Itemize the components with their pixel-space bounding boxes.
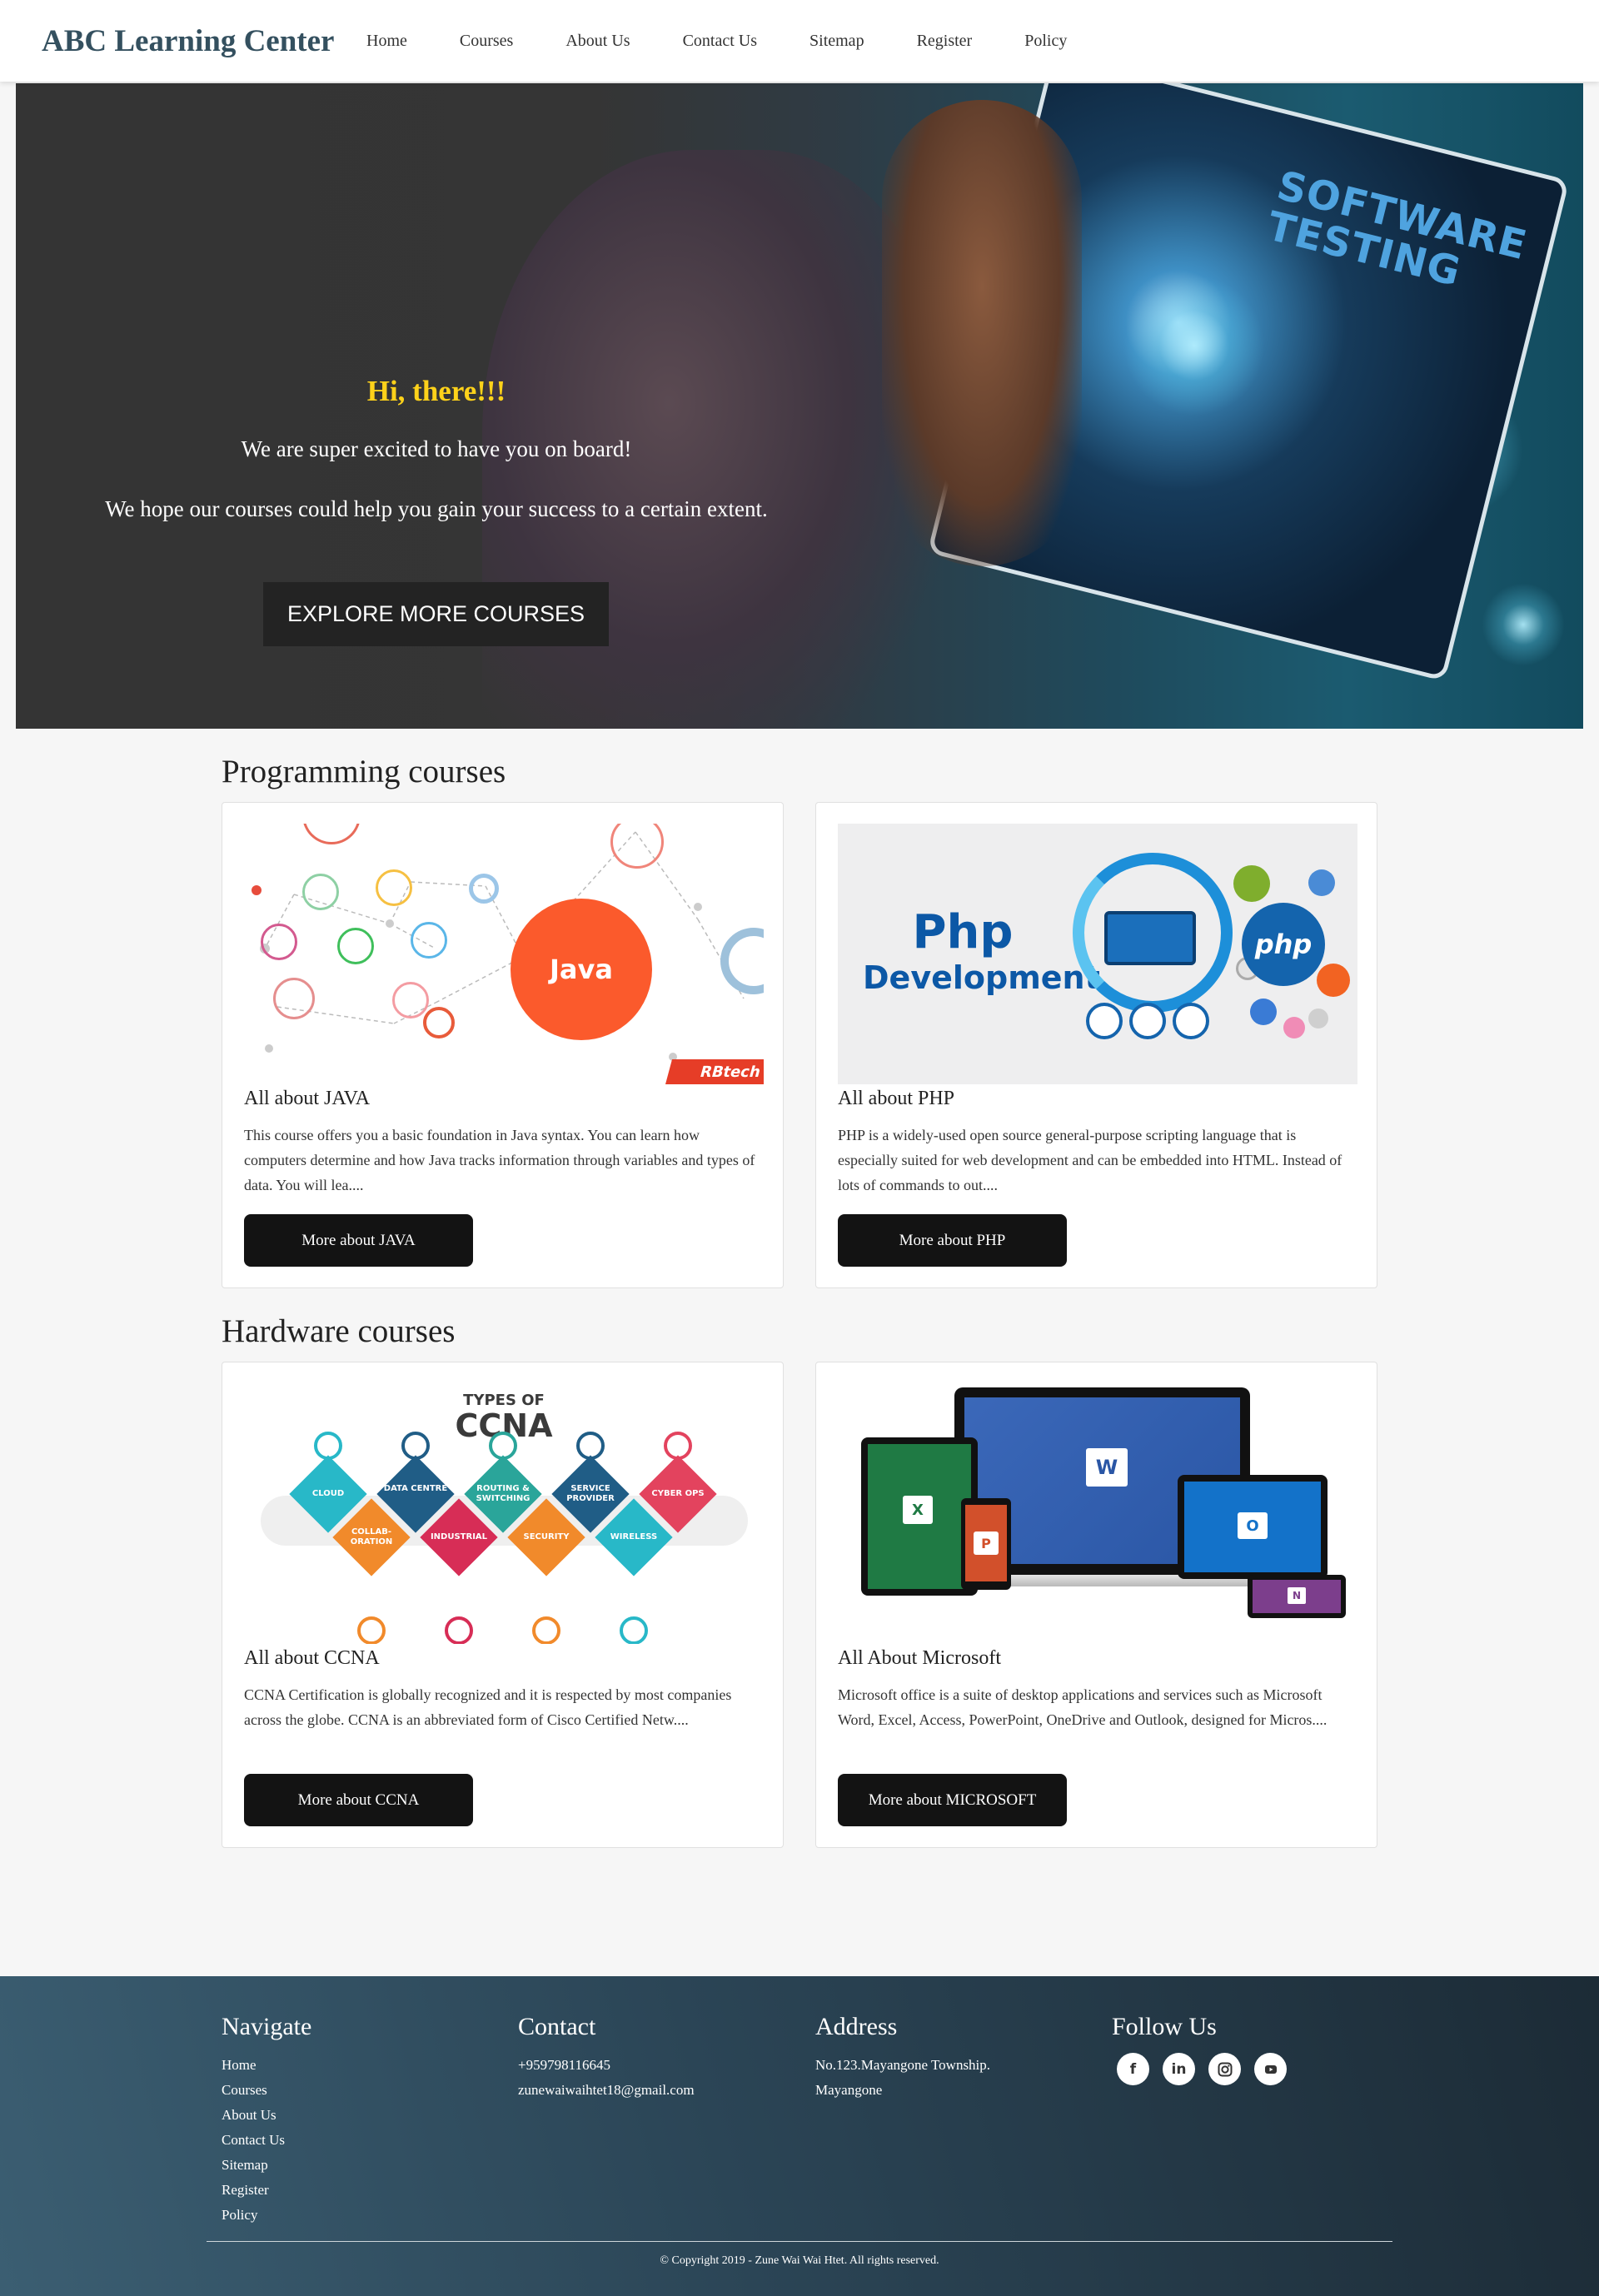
nav-links: Home Courses About Us Contact Us Sitemap…	[366, 32, 1119, 51]
contact-email[interactable]: zunewaiwaihtet18@gmail.com	[518, 2078, 695, 2103]
explore-courses-button[interactable]: EXPLORE MORE COURSES	[263, 582, 609, 646]
course-card-microsoft: W X P O N All About Microsoft Microsoft …	[815, 1362, 1377, 1848]
nav-link-home[interactable]: Home	[366, 32, 407, 51]
card-title: All about PHP	[838, 1088, 955, 1109]
more-about-microsoft-button[interactable]: More about MICROSOFT	[838, 1774, 1067, 1826]
section-title-programming: Programming courses	[222, 754, 506, 789]
nav-link-register[interactable]: Register	[917, 32, 973, 51]
instagram-icon[interactable]	[1208, 2053, 1241, 2085]
java-course-image: Java RBtech	[244, 824, 764, 1084]
footer-divider	[207, 2241, 1392, 2242]
php-badge: php	[1242, 903, 1325, 986]
footer-link-about-us[interactable]: About Us	[222, 2103, 311, 2128]
outlook-icon: O	[1238, 1512, 1268, 1539]
footer-address: Address No.123.Mayangone Township. Mayan…	[815, 2013, 990, 2103]
excel-icon: X	[903, 1496, 933, 1524]
footer-link-contact-us[interactable]: Contact Us	[222, 2128, 311, 2153]
card-description: This course offers you a basic foundatio…	[244, 1127, 755, 1193]
footer-link-home[interactable]: Home	[222, 2053, 311, 2078]
copyright-text: © Copyright 2019 - Zune Wai Wai Htet. Al…	[660, 2254, 939, 2267]
more-about-ccna-button[interactable]: More about CCNA	[244, 1774, 473, 1826]
rbtech-tag: RBtech	[665, 1059, 764, 1084]
footer-link-sitemap[interactable]: Sitemap	[222, 2153, 311, 2178]
footer-heading: Navigate	[222, 2013, 312, 2040]
ccna-course-image: TYPES OF CCNA CLOUD DATA CENTRE ROUTING …	[244, 1383, 764, 1644]
hero-subtitle-2: We hope our courses could help you gain …	[105, 496, 768, 521]
hero-banner: SOFTWARE TESTING Hi, there!!! We are sup…	[16, 83, 1583, 729]
card-description: PHP is a widely-used open source general…	[838, 1127, 1342, 1193]
php-course-image: Php Development php	[838, 824, 1357, 1084]
brand-logo[interactable]: ABC Learning Center	[42, 23, 366, 59]
footer-link-courses[interactable]: Courses	[222, 2078, 311, 2103]
footer-link-register[interactable]: Register	[222, 2178, 311, 2203]
social-links: f in	[1117, 2053, 1287, 2085]
card-description: CCNA Certification is globally recognize…	[244, 1686, 732, 1728]
word-icon: W	[1086, 1448, 1128, 1487]
hero-subtitle-1: We are super excited to have you on boar…	[241, 436, 632, 461]
course-card-ccna: TYPES OF CCNA CLOUD DATA CENTRE ROUTING …	[222, 1362, 784, 1848]
card-title: All about CCNA	[244, 1647, 380, 1669]
onenote-icon: N	[1288, 1587, 1306, 1604]
card-description: Microsoft office is a suite of desktop a…	[838, 1686, 1328, 1728]
top-navbar: ABC Learning Center Home Courses About U…	[0, 0, 1599, 82]
facebook-icon[interactable]: f	[1117, 2053, 1149, 2085]
card-title: All About Microsoft	[838, 1647, 1001, 1669]
footer-heading: Follow Us	[1112, 2013, 1217, 2040]
youtube-icon[interactable]	[1254, 2053, 1287, 2085]
address-line-2: Mayangone	[815, 2082, 883, 2098]
hero-greeting: Hi, there!!!	[366, 375, 506, 407]
nav-link-courses[interactable]: Courses	[460, 32, 513, 51]
card-title: All about JAVA	[244, 1088, 371, 1109]
section-title-hardware: Hardware courses	[222, 1313, 456, 1349]
microsoft-course-image: W X P O N	[838, 1383, 1357, 1644]
course-card-java: Java RBtech All about JAVA This course o…	[222, 802, 784, 1288]
more-about-php-button[interactable]: More about PHP	[838, 1214, 1067, 1267]
java-logo-circle: Java	[511, 899, 652, 1040]
hero-hand-image	[882, 100, 1082, 566]
contact-phone: +959798116645	[518, 2057, 610, 2073]
more-about-java-button[interactable]: More about JAVA	[244, 1214, 473, 1267]
footer-navigate: Navigate Home Courses About Us Contact U…	[222, 2013, 311, 2228]
footer-heading: Address	[815, 2013, 898, 2040]
tablet-touch-glow	[1123, 275, 1265, 416]
hero-content: Hi, there!!! We are super excited to hav…	[16, 83, 857, 729]
footer-follow: Follow Us f in	[1112, 2013, 1287, 2085]
network-glow	[1482, 583, 1565, 666]
address-line-1: No.123.Mayangone Township.	[815, 2057, 991, 2073]
nav-link-contact-us[interactable]: Contact Us	[683, 32, 757, 51]
php-image-title: Php Development	[863, 905, 1100, 997]
footer-contact: Contact +959798116645 zunewaiwaihtet18@g…	[518, 2013, 695, 2103]
nav-link-about-us[interactable]: About Us	[565, 32, 630, 51]
nav-link-policy[interactable]: Policy	[1024, 32, 1067, 51]
footer-heading: Contact	[518, 2013, 596, 2040]
site-footer: Navigate Home Courses About Us Contact U…	[0, 1976, 1599, 2296]
footer-link-policy[interactable]: Policy	[222, 2203, 311, 2228]
linkedin-icon[interactable]: in	[1163, 2053, 1195, 2085]
java-network-lines	[252, 831, 745, 1061]
powerpoint-icon: P	[974, 1531, 999, 1555]
nav-link-sitemap[interactable]: Sitemap	[809, 32, 864, 51]
course-card-php: Php Development php All about PHP PHP is…	[815, 802, 1377, 1288]
